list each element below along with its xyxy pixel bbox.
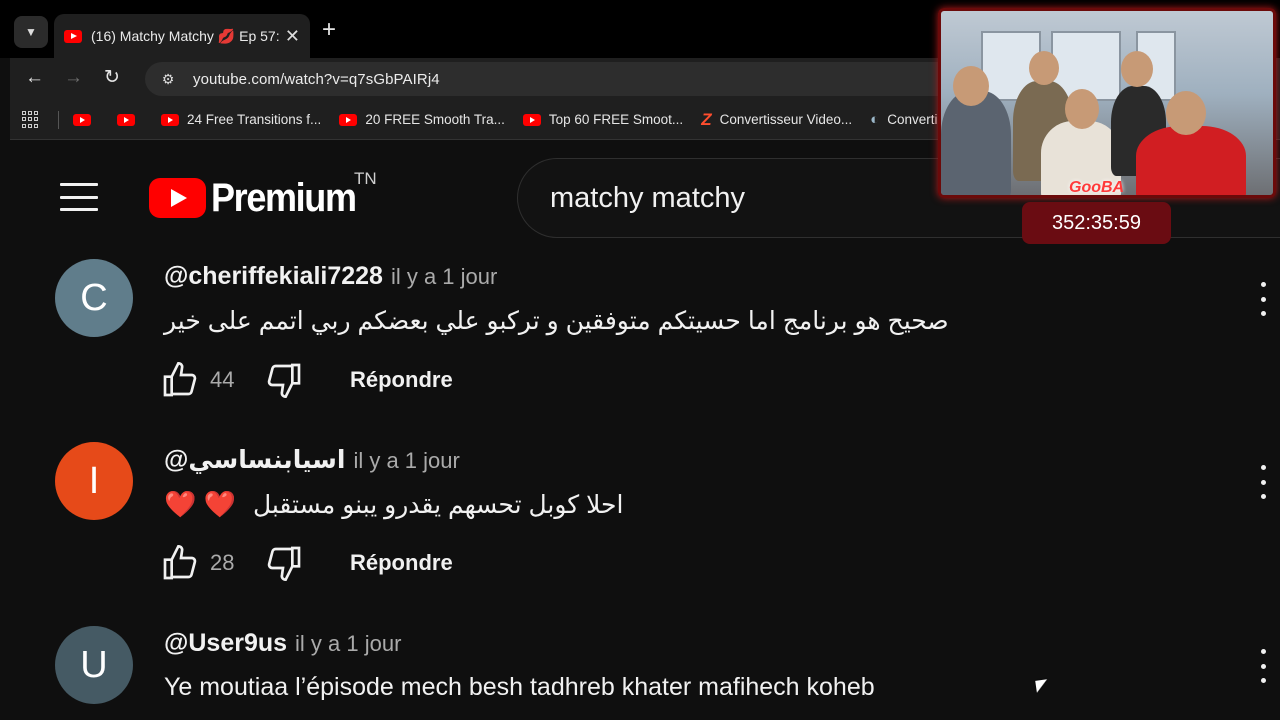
dislike-icon[interactable] <box>264 543 304 583</box>
back-arrow-icon[interactable]: ← <box>25 67 44 89</box>
comment-time[interactable]: il y a 1 jour <box>295 631 401 657</box>
overlay-brand: GooBA <box>1069 179 1125 196</box>
streamer-head <box>1029 51 1059 85</box>
comment-author[interactable]: @اسيابنساسي <box>164 445 345 475</box>
streamer-head <box>1166 91 1206 135</box>
like-count: 28 <box>210 550 235 575</box>
avatar[interactable]: C <box>55 259 133 337</box>
heart-emoji: ❤️ ❤️ <box>164 489 236 519</box>
comment-time[interactable]: il y a 1 jour <box>353 448 459 474</box>
more-actions-icon[interactable] <box>1253 649 1273 683</box>
browser-tab-active[interactable]: (16) Matchy Matchy 💋 Ep 57: | ✕ <box>54 14 310 58</box>
avatar[interactable]: I <box>55 442 133 520</box>
reply-button[interactable]: Répondre <box>350 367 453 393</box>
bookmark-item[interactable]: 24 Free Transitions f... <box>161 112 321 127</box>
bookmark-item[interactable]: 20 FREE Smooth Tra... <box>339 112 505 127</box>
country-code: TN <box>354 169 377 188</box>
comment-text: صحيح هو برنامج اما حسيتكم متوفقين و تركب… <box>164 307 949 335</box>
menu-icon[interactable] <box>60 183 98 211</box>
streamer-person <box>941 91 1011 195</box>
bookmark-item[interactable] <box>117 113 143 126</box>
bookmarks-divider <box>58 110 59 129</box>
mouse-cursor-icon <box>1035 679 1049 693</box>
streamer-head <box>1121 51 1153 87</box>
comment-author[interactable]: @cheriffekiali7228 <box>164 262 383 291</box>
youtube-icon <box>339 113 358 126</box>
streamer-person <box>1136 126 1246 195</box>
bookmark-item[interactable]: Z Convertisseur Video... <box>701 110 852 130</box>
youtube-icon <box>161 113 179 126</box>
more-actions-icon[interactable] <box>1253 465 1273 499</box>
stream-timer: 352:35:59 <box>1022 202 1171 244</box>
forward-arrow-icon[interactable]: → <box>64 67 83 89</box>
youtube-premium-logo[interactable]: Premium TN <box>149 169 377 220</box>
logo-wordmark: Premium <box>211 176 357 220</box>
converter-logo-icon: ◐ <box>870 111 880 128</box>
tab-title: (16) Matchy Matchy 💋 Ep 57: | <box>91 27 279 44</box>
comment-text: Ye moutiaa l’épisode mech besh tadhreb k… <box>164 673 875 701</box>
comment-text: احلا كوبل تحسهم يقدرو يبنو مستقبل <box>252 491 624 519</box>
webcam-overlay: GooBA <box>938 8 1276 198</box>
youtube-icon <box>73 113 91 126</box>
youtube-icon <box>117 113 135 126</box>
streamer-head <box>953 66 989 106</box>
close-tab-icon[interactable]: ✕ <box>285 26 300 47</box>
like-icon[interactable] <box>160 543 200 583</box>
url-text: youtube.com/watch?v=q7sGbPAIRj4 <box>193 70 440 88</box>
z-logo-icon: Z <box>701 109 712 129</box>
bookmark-item[interactable] <box>73 113 99 126</box>
comment-author[interactable]: @User9us <box>164 629 287 658</box>
youtube-favicon-icon <box>64 29 82 43</box>
reply-button[interactable]: Répondre <box>350 550 453 576</box>
youtube-icon <box>522 113 541 126</box>
chevron-down-icon: ▼ <box>25 25 37 39</box>
apps-grid-icon[interactable] <box>22 110 40 129</box>
tab-search-button[interactable]: ▼ <box>14 16 48 48</box>
like-icon[interactable] <box>160 360 200 400</box>
search-query: matchy matchy <box>550 181 745 214</box>
new-tab-button[interactable]: + <box>322 18 336 42</box>
streamer-head <box>1065 89 1099 129</box>
avatar[interactable]: U <box>55 626 133 704</box>
bookmark-item[interactable]: Top 60 FREE Smoot... <box>522 112 683 127</box>
like-count: 44 <box>210 367 235 392</box>
more-actions-icon[interactable] <box>1253 282 1273 316</box>
dislike-icon[interactable] <box>264 360 304 400</box>
youtube-play-icon <box>149 178 206 218</box>
site-settings-icon[interactable]: ⚙ <box>157 70 179 88</box>
comment-time[interactable]: il y a 1 jour <box>391 264 497 290</box>
reload-icon[interactable]: ↻ <box>104 67 120 89</box>
